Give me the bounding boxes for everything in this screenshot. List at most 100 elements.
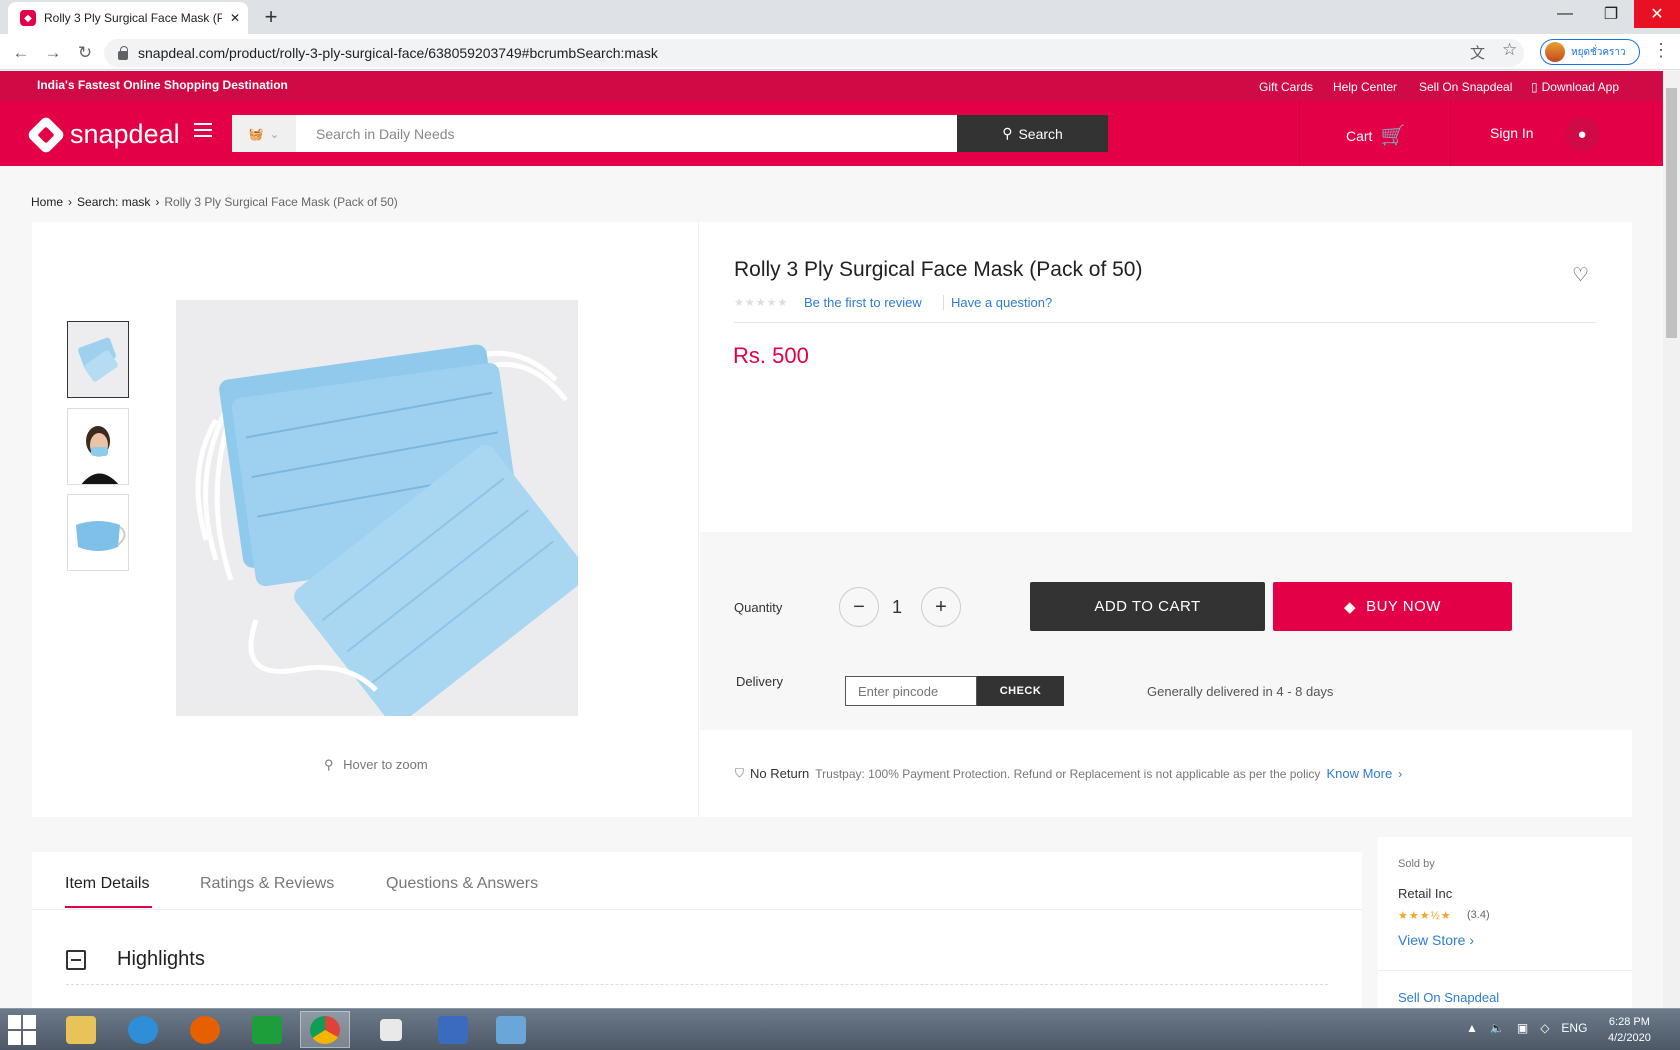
breadcrumb-search[interactable]: Search: mask: [77, 195, 150, 209]
cart-button[interactable]: Cart 🛒: [1346, 123, 1405, 148]
seller-name: Retail Inc: [1398, 886, 1453, 901]
clock-date: 4/2/2020: [1608, 1032, 1651, 1044]
wishlist-heart-icon[interactable]: ♡: [1572, 264, 1589, 287]
know-more-link[interactable]: Know More: [1326, 766, 1392, 781]
snapdeal-logo[interactable]: snapdeal: [26, 114, 180, 155]
sell-on-snapdeal-link[interactable]: Sell On Snapdeal: [1398, 990, 1499, 1005]
chevron-right-icon: ›: [1398, 766, 1403, 781]
volume-icon[interactable]: 🔈: [1490, 1021, 1505, 1035]
back-arrow-icon[interactable]: ←: [8, 40, 34, 66]
breadcrumb-home[interactable]: Home: [31, 195, 63, 209]
tagline: India's Fastest Online Shopping Destinat…: [37, 78, 288, 92]
quantity-decrease-button[interactable]: −: [839, 587, 879, 627]
have-question-link[interactable]: Have a question?: [943, 295, 1052, 310]
mask-stack-thumbnail-image: [68, 322, 128, 397]
active-tab-indicator: [65, 906, 152, 908]
tray-expand-icon[interactable]: ▲: [1466, 1021, 1478, 1035]
search-input[interactable]: [296, 115, 957, 152]
model-thumbnail-image: [68, 409, 128, 484]
trustpay-text: Trustpay: 100% Payment Protection. Refun…: [815, 766, 1321, 781]
add-to-cart-button[interactable]: ADD TO CART: [1030, 582, 1265, 631]
thumbnail-single-mask[interactable]: [67, 494, 129, 571]
no-return-label: No Return: [750, 766, 810, 781]
translate-icon[interactable]: 文: [1470, 42, 1485, 63]
delivery-estimate: Generally delivered in 4 - 8 days: [1147, 684, 1334, 699]
lock-icon: [118, 45, 128, 60]
chevron-down-icon: ⌄: [269, 126, 280, 141]
product-title: Rolly 3 Ply Surgical Face Mask (Pack of …: [734, 258, 1143, 281]
logo-text: snapdeal: [70, 119, 180, 149]
face-mask-stack-image: [176, 300, 578, 716]
chrome-icon[interactable]: [300, 1011, 350, 1048]
sell-on-snapdeal-link[interactable]: Sell On Snapdeal: [1419, 80, 1512, 94]
phone-icon: ▯: [1531, 80, 1538, 94]
minimize-window-button[interactable]: —: [1542, 0, 1588, 28]
thumbnail-model[interactable]: [67, 408, 129, 485]
download-app-link[interactable]: ▯ Download App: [1531, 80, 1619, 94]
reload-icon[interactable]: ↻: [72, 40, 98, 66]
photos-icon[interactable]: [486, 1011, 536, 1048]
profile-label: หยุดชั่วคราว: [1571, 46, 1626, 58]
collapse-icon[interactable]: [66, 950, 86, 970]
user-icon[interactable]: ●: [1565, 117, 1599, 151]
chevron-right-icon: ›: [155, 195, 160, 209]
thumbnail-mask-stack[interactable]: [67, 321, 129, 398]
tab-title: Rolly 3 Ply Surgical Face Mask (Pa: [44, 11, 222, 25]
dropbox-icon[interactable]: ◇: [1540, 1021, 1549, 1035]
browser-tab[interactable]: ◆ Rolly 3 Ply Surgical Face Mask (Pa ✕: [8, 2, 248, 34]
scrollbar-thumb[interactable]: [1666, 88, 1677, 338]
basket-icon: 🧺: [248, 126, 264, 141]
url-bar[interactable]: snapdeal.com/product/rolly-3-ply-surgica…: [104, 39, 1524, 67]
snapdeal-favicon-icon: ◆: [20, 10, 36, 26]
tab-close-icon[interactable]: ✕: [230, 11, 240, 25]
product-image[interactable]: [176, 300, 578, 716]
firefox-icon[interactable]: [180, 1011, 230, 1048]
sign-in-link[interactable]: Sign In: [1490, 125, 1534, 141]
title-divider: [734, 322, 1596, 323]
buy-now-button[interactable]: ◆ BUY NOW: [1273, 582, 1512, 631]
first-review-link[interactable]: Be the first to review: [804, 295, 922, 310]
windows-start-icon[interactable]: [8, 1015, 38, 1045]
browser-menu-icon[interactable]: ⋮: [1652, 40, 1670, 61]
tab-item-details[interactable]: Item Details: [65, 875, 149, 893]
store-icon[interactable]: [242, 1011, 292, 1048]
close-window-button[interactable]: ✕: [1634, 0, 1680, 28]
dashed-divider: [66, 984, 1328, 985]
view-store-link[interactable]: View Store ›: [1398, 932, 1474, 948]
category-selector[interactable]: 🧺 ⌄: [232, 115, 296, 152]
network-icon[interactable]: ▣: [1517, 1021, 1528, 1035]
remote-desktop-icon[interactable]: [428, 1011, 478, 1048]
profile-button[interactable]: หยุดชั่วคราว: [1540, 39, 1640, 65]
breadcrumb-current: Rolly 3 Ply Surgical Face Mask (Pack of …: [164, 195, 398, 209]
rating-stars: ★★★★★: [734, 297, 789, 309]
maximize-window-button[interactable]: ❐: [1588, 0, 1634, 28]
quantity-increase-button[interactable]: +: [921, 587, 961, 627]
download-app-label: Download App: [1541, 80, 1619, 94]
apps-grid-icon[interactable]: [366, 1011, 416, 1048]
header-divider: [1450, 101, 1451, 166]
buy-now-label: BUY NOW: [1366, 598, 1441, 615]
internet-explorer-icon[interactable]: [118, 1011, 168, 1048]
bookmark-star-icon[interactable]: ☆: [1502, 40, 1517, 60]
product-price: Rs. 500: [733, 343, 809, 368]
chevron-right-icon: ›: [1469, 932, 1475, 948]
snapdeal-mini-logo-icon: ◆: [1344, 598, 1357, 616]
new-tab-button[interactable]: +: [258, 4, 284, 30]
pincode-input[interactable]: [845, 676, 977, 706]
sold-by-label: Sold by: [1398, 858, 1435, 870]
taskbar-clock[interactable]: 6:28 PM 4/2/2020: [1608, 1014, 1651, 1046]
tab-ratings-reviews[interactable]: Ratings & Reviews: [200, 875, 334, 893]
hamburger-menu-icon[interactable]: [194, 123, 212, 137]
seller-rating-stars: ★★★½★: [1398, 910, 1452, 922]
file-explorer-icon[interactable]: [56, 1011, 106, 1048]
language-indicator[interactable]: ENG: [1561, 1021, 1587, 1035]
address-toolbar: ← → ↻ snapdeal.com/product/rolly-3-ply-s…: [0, 34, 1680, 70]
clock-time: 6:28 PM: [1608, 1016, 1650, 1028]
tab-questions-answers[interactable]: Questions & Answers: [386, 875, 538, 893]
check-pincode-button[interactable]: CHECK: [977, 676, 1064, 706]
help-center-link[interactable]: Help Center: [1333, 80, 1397, 94]
gift-cards-link[interactable]: Gift Cards: [1259, 80, 1313, 94]
search-button[interactable]: ⚲ Search: [957, 115, 1108, 152]
search-button-label: Search: [1018, 125, 1063, 142]
forward-arrow-icon[interactable]: →: [40, 40, 66, 66]
